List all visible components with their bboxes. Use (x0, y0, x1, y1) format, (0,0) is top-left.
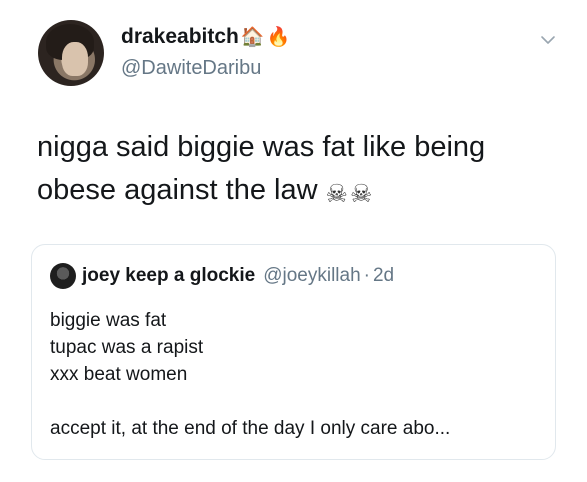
quoted-tweet-header: joey keep a glockie @joeykillah · 2d (50, 263, 394, 289)
display-name[interactable]: drakeabitch (121, 25, 239, 49)
tweet-text-line-content: obese against the law (37, 174, 318, 206)
avatar-face (62, 42, 88, 76)
quoted-handle: @joeykillah (263, 265, 361, 286)
chevron-down-icon[interactable] (540, 34, 556, 46)
quoted-display-name: joey keep a glockie (82, 265, 256, 286)
tweet-text-line: nigga said biggie was fat like being (37, 131, 486, 163)
quoted-timestamp: 2d (372, 265, 395, 286)
quoted-line: xxx beat women (50, 364, 188, 385)
handle[interactable]: @DawiteDaribu (121, 57, 290, 80)
quoted-line: biggie was fat (50, 310, 167, 331)
display-name-row[interactable]: drakeabitch 🏠 🔥 (121, 25, 290, 49)
skull-and-crossbones-icon: ☠☠ (325, 180, 375, 208)
house-emoji: 🏠 (240, 26, 265, 48)
tweet-card: drakeabitch 🏠 🔥 @DawiteDaribu nigga said… (0, 0, 587, 482)
fire-emoji: 🔥 (266, 26, 291, 48)
tweet-text-line: obese against the law ☠☠ (37, 169, 557, 216)
author-block: drakeabitch 🏠 🔥 @DawiteDaribu (121, 25, 290, 80)
quoted-avatar (50, 263, 76, 289)
tweet-text: nigga said biggie was fat like being obe… (37, 126, 557, 216)
quoted-tweet-text: biggie was fat tupac was a rapist xxx be… (50, 307, 450, 442)
quoted-line: accept it, at the end of the day I only … (50, 418, 451, 439)
quoted-tweet[interactable]: joey keep a glockie @joeykillah · 2d big… (31, 244, 556, 460)
avatar[interactable] (38, 20, 104, 86)
quoted-line-spacer (50, 388, 450, 415)
quoted-separator: · (363, 265, 370, 286)
quoted-line: tupac was a rapist (50, 337, 204, 358)
